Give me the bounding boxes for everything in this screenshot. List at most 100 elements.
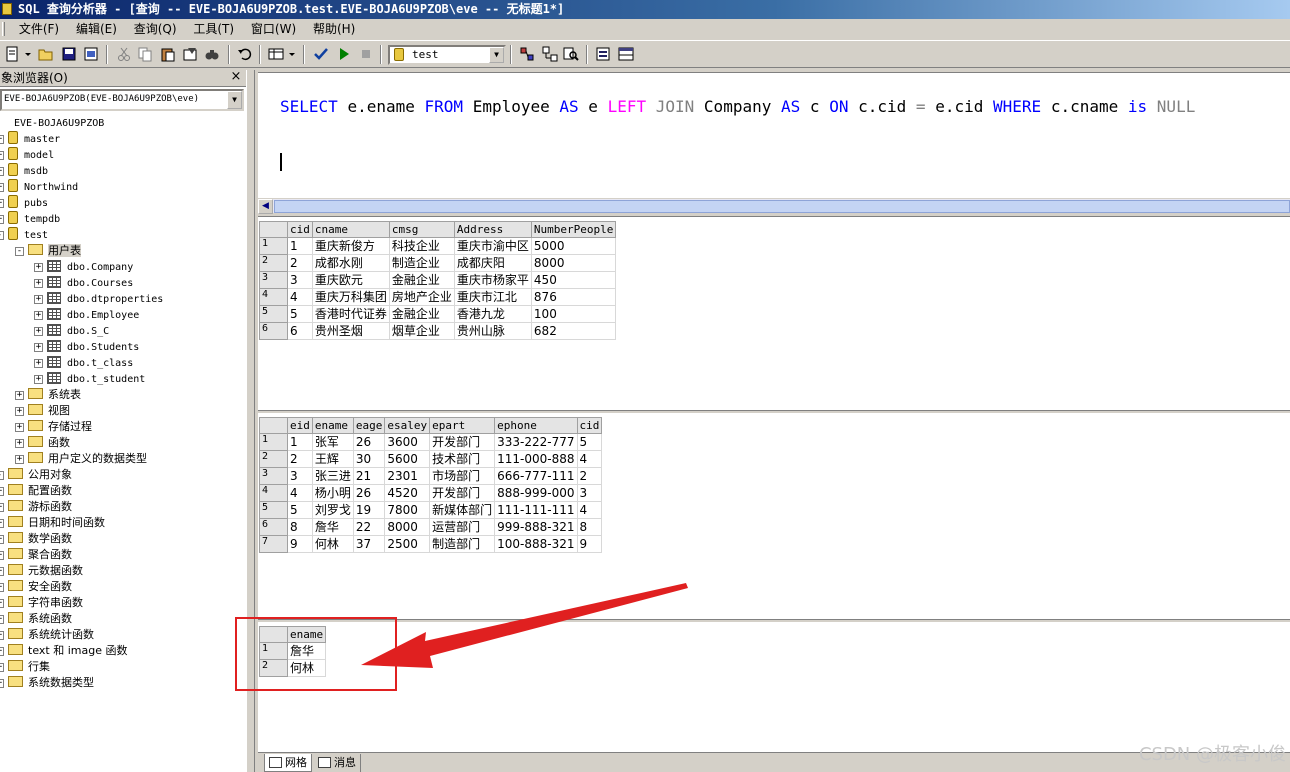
table-row[interactable]: 5 5 香港时代证券 金融企业 香港九龙 100 [259,305,617,323]
menu-query[interactable]: 查询(Q) [128,19,184,39]
tree-item-folder[interactable]: + text 和 image 函数 [0,643,127,659]
expand-icon[interactable]: + [34,279,43,288]
row-number[interactable]: 1 [259,433,288,451]
expand-icon[interactable]: + [0,199,4,208]
row-number[interactable]: 2 [259,254,288,272]
expand-icon[interactable]: + [34,263,43,272]
editor-horizontal-scrollbar[interactable]: ◀ [258,198,1290,214]
table-cell[interactable]: 4520 [384,484,431,502]
column-header[interactable]: cid [287,221,313,238]
table-cell[interactable]: 重庆万科集团 [311,288,390,306]
row-number[interactable]: 5 [259,501,288,519]
table-cell[interactable]: 111-111-111 [494,501,578,519]
tree-item-tempdb[interactable]: + tempdb [0,211,60,227]
table-cell[interactable]: 5 [287,501,313,519]
table-cell[interactable]: 烟草企业 [388,322,455,340]
employee-result-grid[interactable]: eid ename eage esaley epart ephone cid 1 1 张军 26 36… [259,417,603,553]
paste-icon[interactable] [160,46,176,62]
table-cell[interactable]: 4 [287,288,313,306]
expand-icon[interactable]: + [0,647,4,656]
table-cell[interactable]: 刘罗戈 [311,501,354,519]
expand-icon[interactable]: + [0,551,4,560]
table-cell[interactable]: 5600 [384,450,431,468]
table-cell[interactable]: 5 [576,433,603,451]
show-plan-icon[interactable] [519,46,535,62]
table-cell[interactable]: 运营部门 [429,518,496,536]
table-cell[interactable]: 666-777-111 [494,467,578,485]
column-header[interactable]: cname [311,221,390,238]
dropdown-arrow-icon[interactable] [24,46,32,62]
tree-item-msdb[interactable]: + msdb [0,163,48,179]
company-result-grid[interactable]: cid cname cmsg Address NumberPeople 1 1 重庆新俊方 科技… [259,221,617,340]
table-cell[interactable]: 100 [530,305,617,323]
tree-item-folder[interactable]: + 游标函数 [0,499,72,515]
expand-icon[interactable]: + [0,599,4,608]
save-icon[interactable] [61,46,77,62]
table-cell[interactable]: 3 [287,467,313,485]
parse-check-icon[interactable] [313,46,329,62]
table-cell[interactable]: 新媒体部门 [429,501,496,519]
table-cell[interactable]: 张军 [311,433,354,451]
table-cell[interactable]: 重庆市江北 [453,288,532,306]
expand-icon[interactable]: + [15,439,24,448]
table-cell[interactable]: 1 [287,433,313,451]
table-cell[interactable]: 杨小明 [311,484,354,502]
column-header[interactable]: cmsg [388,221,455,238]
table-row[interactable]: 3 3 重庆欧元 金融企业 重庆市杨家平 450 [259,271,617,289]
table-cell[interactable]: 成都水刚 [311,254,390,272]
chevron-down-icon[interactable]: ▼ [489,47,504,63]
table-cell[interactable]: 111-000-888 [494,450,578,468]
column-header[interactable]: esaley [384,417,431,434]
row-number[interactable]: 2 [259,450,288,468]
expand-icon[interactable]: + [0,615,4,624]
column-header[interactable]: NumberPeople [530,221,617,238]
table-cell[interactable]: 3 [287,271,313,289]
table-cell[interactable]: 市场部门 [429,467,496,485]
scroll-thumb[interactable] [274,200,1290,213]
table-cell[interactable]: 8 [576,518,603,536]
tree-item-folder[interactable]: + 用户定义的数据类型 [15,451,147,467]
tree-item-table[interactable]: + dbo.S_C [34,323,109,339]
table-cell[interactable]: 开发部门 [429,484,496,502]
table-cell[interactable]: 詹华 [311,518,354,536]
table-cell[interactable]: 3 [576,484,603,502]
tab-messages[interactable]: 消息 [314,754,361,772]
tree-item-common-objects[interactable]: - 公用对象 [0,467,72,483]
new-query-icon[interactable] [4,46,20,62]
object-search-icon[interactable] [563,46,579,62]
table-cell[interactable]: 8000 [530,254,617,272]
column-header[interactable]: epart [429,417,496,434]
expand-icon[interactable]: + [15,407,24,416]
table-cell[interactable]: 重庆市杨家平 [453,271,532,289]
tree-item-pubs[interactable]: + pubs [0,195,48,211]
tree-item-folder[interactable]: + 元数据函数 [0,563,83,579]
column-header[interactable]: ename [311,417,354,434]
find-icon[interactable] [204,46,220,62]
table-cell[interactable]: 26 [352,484,386,502]
table-cell[interactable]: 4 [576,501,603,519]
menu-window[interactable]: 窗口(W) [245,19,303,39]
table-cell[interactable]: 9 [576,535,603,553]
table-cell[interactable]: 制造部门 [429,535,496,553]
expand-icon[interactable]: + [0,215,4,224]
table-cell[interactable]: 22 [352,518,386,536]
tree-item-folder[interactable]: + 系统函数 [0,611,72,627]
table-cell[interactable]: 张三进 [311,467,354,485]
table-cell[interactable]: 8000 [384,518,431,536]
undo-icon[interactable] [237,46,253,62]
table-cell[interactable]: 香港时代证券 [311,305,390,323]
table-row[interactable]: 6 6 贵州圣烟 烟草企业 贵州山脉 682 [259,322,617,340]
menu-help[interactable]: 帮助(H) [307,19,362,39]
expand-icon[interactable]: + [0,631,4,640]
tree-item-test[interactable]: - test [0,227,48,243]
tree-item-folder[interactable]: + 存储过程 [15,419,92,435]
expand-icon[interactable]: + [0,679,4,688]
server-select[interactable]: EVE-BOJA6U9PZOB(EVE-BOJA6U9PZOB\eve) ▼ [0,89,244,111]
table-cell[interactable]: 开发部门 [429,433,496,451]
table-cell[interactable]: 制造企业 [388,254,455,272]
tree-item-folder[interactable]: + 安全函数 [0,579,72,595]
row-number[interactable]: 5 [259,305,288,323]
menu-edit[interactable]: 编辑(E) [70,19,124,39]
expand-icon[interactable]: + [0,583,4,592]
table-cell[interactable]: 4 [287,484,313,502]
